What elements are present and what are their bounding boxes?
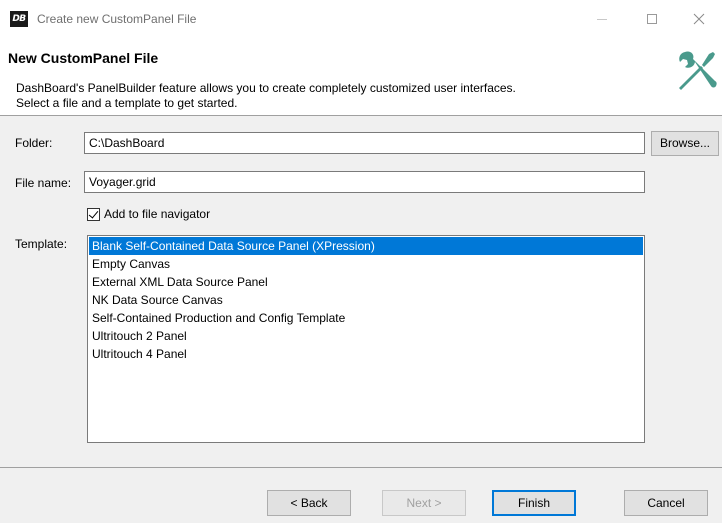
template-list-item[interactable]: Ultritouch 2 Panel bbox=[89, 327, 643, 345]
tools-icon bbox=[679, 51, 717, 90]
dialog-footer: < Back Next > Finish Cancel bbox=[0, 468, 722, 523]
template-list-item[interactable]: Empty Canvas bbox=[89, 255, 643, 273]
maximize-icon bbox=[647, 14, 657, 24]
add-to-navigator-label: Add to file navigator bbox=[104, 207, 211, 221]
cancel-button[interactable]: Cancel bbox=[624, 490, 708, 516]
filename-input[interactable]: Voyager.grid bbox=[84, 171, 645, 193]
dialog-header: New CustomPanel File DashBoard's PanelBu… bbox=[0, 38, 722, 115]
maximize-button[interactable] bbox=[629, 0, 675, 38]
folder-input[interactable]: C:\DashBoard bbox=[84, 132, 645, 154]
filename-label: File name: bbox=[15, 176, 72, 190]
description-line-2: Select a file and a template to get star… bbox=[16, 96, 238, 110]
browse-button[interactable]: Browse... bbox=[651, 131, 719, 156]
finish-button[interactable]: Finish bbox=[492, 490, 576, 516]
template-list-item[interactable]: Self-Contained Production and Config Tem… bbox=[89, 309, 643, 327]
title-bar: DB Create new CustomPanel File bbox=[0, 0, 722, 38]
back-button[interactable]: < Back bbox=[267, 490, 351, 516]
window-title: Create new CustomPanel File bbox=[37, 12, 197, 26]
template-label: Template: bbox=[15, 237, 68, 251]
add-to-navigator-row[interactable]: Add to file navigator bbox=[87, 206, 210, 222]
app-logo-icon: DB bbox=[10, 11, 28, 27]
page-title: New CustomPanel File bbox=[8, 50, 159, 66]
close-icon bbox=[693, 13, 705, 25]
description-line-1: DashBoard's PanelBuilder feature allows … bbox=[16, 81, 516, 95]
minimize-button[interactable] bbox=[579, 0, 625, 38]
template-list-item[interactable]: Blank Self-Contained Data Source Panel (… bbox=[89, 237, 643, 255]
dialog-body: Folder: C:\DashBoard Browse... File name… bbox=[0, 116, 722, 467]
folder-label: Folder: bbox=[15, 136, 53, 150]
template-list-item[interactable]: Ultritouch 4 Panel bbox=[89, 345, 643, 363]
close-button[interactable] bbox=[676, 0, 722, 38]
template-list[interactable]: Blank Self-Contained Data Source Panel (… bbox=[87, 235, 645, 443]
template-list-item[interactable]: NK Data Source Canvas bbox=[89, 291, 643, 309]
next-button[interactable]: Next > bbox=[382, 490, 466, 516]
add-to-navigator-checkbox[interactable] bbox=[87, 207, 100, 221]
template-list-item[interactable]: External XML Data Source Panel bbox=[89, 273, 643, 291]
minimize-icon bbox=[597, 18, 607, 20]
header-description: DashBoard's PanelBuilder feature allows … bbox=[16, 81, 656, 111]
